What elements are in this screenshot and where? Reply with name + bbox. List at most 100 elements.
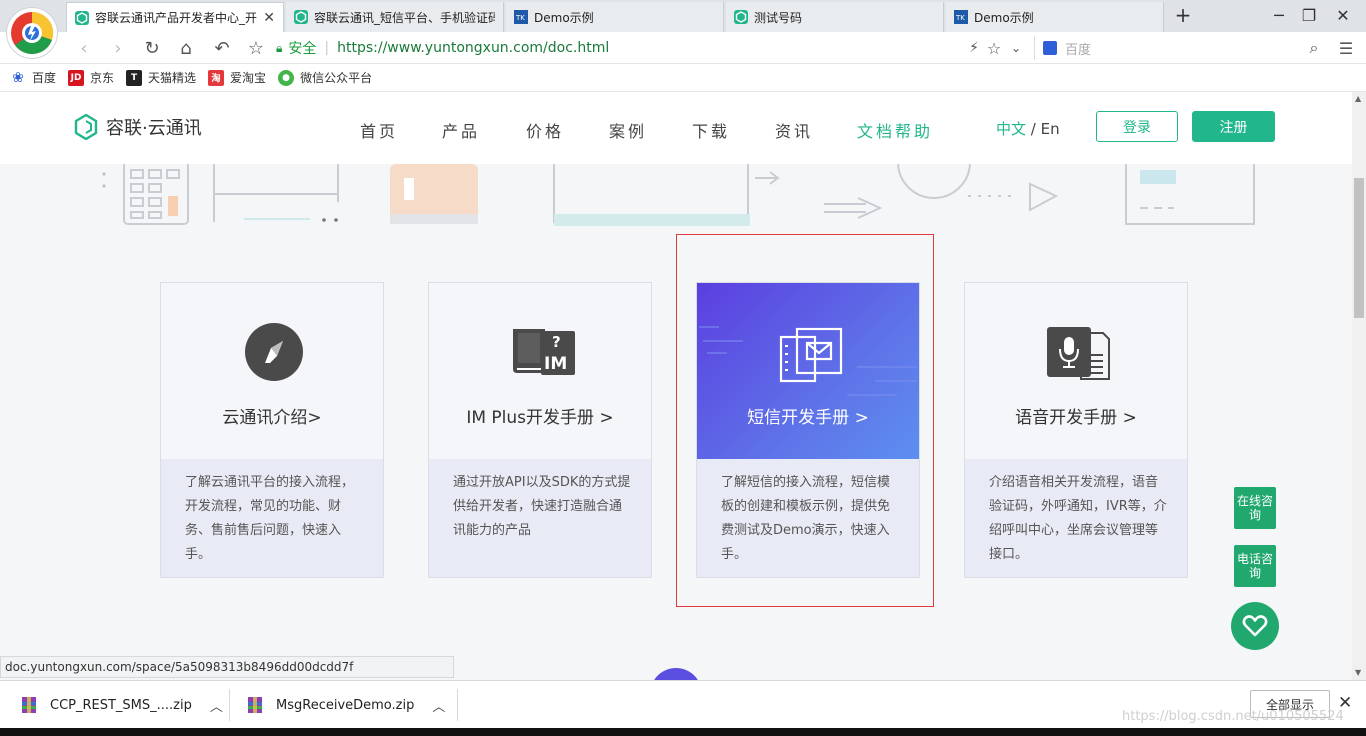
scroll-up-icon[interactable]: ▲ <box>1355 94 1361 103</box>
tab-5[interactable]: TK Demo示例 <box>946 2 1164 32</box>
menu-news[interactable]: 资讯 <box>775 118 813 142</box>
card-voice[interactable]: 语音开发手册 > 介绍语音相关开发流程，语音验证码，外呼通知，IVR等，介绍呼叫… <box>964 282 1188 578</box>
chevron-down-icon[interactable]: ⌄ <box>1004 36 1028 60</box>
wechat-icon: ● <box>278 69 295 86</box>
back-icon[interactable]: ‹ <box>72 36 96 60</box>
bookmark-label: 京东 <box>90 71 115 85</box>
tab-title: 容联云通讯产品开发者中心_开 <box>95 11 258 25</box>
brand-name: 容联·云通讯 <box>106 118 202 139</box>
phone-consult-button[interactable]: 电话咨询 <box>1234 545 1276 587</box>
address-divider: | <box>324 40 330 56</box>
lang-divider: / <box>1030 120 1036 138</box>
register-button[interactable]: 注册 <box>1192 111 1275 142</box>
status-bar-url: doc.yuntongxun.com/space/5a5098313b8496d… <box>0 656 454 678</box>
bookmark-tmall[interactable]: T 天猫精选 <box>126 69 196 86</box>
language-switch: 中文 / En <box>996 118 1060 139</box>
tab-3[interactable]: TK Demo示例 <box>506 2 724 32</box>
brand-logo[interactable]: 容联·云通讯 <box>74 114 202 140</box>
heart-icon <box>1242 615 1268 637</box>
reload-icon[interactable]: ↻ <box>140 36 164 60</box>
microphone-doc-icon <box>1047 327 1110 380</box>
bookmark-label: 天猫精选 <box>148 71 197 85</box>
online-consult-button[interactable]: 在线咨询 <box>1234 487 1276 529</box>
bookmark-wechat[interactable]: ● 微信公众平台 <box>278 69 372 86</box>
svg-text:TK: TK <box>955 14 965 22</box>
card-description: 了解云通讯平台的接入流程，开发流程，常见的功能、财务、售前售后问题，快速入手。 <box>161 459 383 577</box>
vertical-scrollbar[interactable]: ▲ ▼ <box>1352 92 1366 680</box>
download-item-1[interactable]: CCP_REST_SMS_....zip ︿ <box>0 689 230 721</box>
zip-archive-icon <box>248 697 262 713</box>
bookmark-taobao[interactable]: 淘 爱淘宝 <box>208 69 266 86</box>
download-filename: CCP_REST_SMS_....zip <box>50 697 192 713</box>
home-icon[interactable]: ⌂ <box>174 36 198 60</box>
tab-title: Demo示例 <box>974 10 1034 25</box>
download-item-2[interactable]: MsgReceiveDemo.zip ︿ <box>230 689 458 721</box>
browser-toolbar: ‹ › ↻ ⌂ ↶ ☆ 🔒︎ 安全 | https://www.yuntongx… <box>0 32 1366 64</box>
forward-icon[interactable]: › <box>106 36 130 60</box>
tab-title: 容联云通讯_短信平台、手机验证码 <box>314 10 495 25</box>
new-tab-button[interactable]: + <box>1166 0 1200 30</box>
tab-2[interactable]: 容联云通讯_短信平台、手机验证码 <box>286 2 504 32</box>
lock-icon: 🔒︎ <box>276 40 283 55</box>
svg-text:IM: IM <box>544 354 567 374</box>
svg-text:?: ? <box>552 333 561 351</box>
search-icon[interactable]: ⌕ <box>1302 36 1326 60</box>
tmall-icon: T <box>126 69 143 86</box>
scroll-down-icon[interactable]: ▼ <box>1355 668 1361 677</box>
bookmark-star-icon[interactable]: ☆ <box>244 36 268 60</box>
tab-4[interactable]: 测试号码 <box>726 2 944 32</box>
close-window-icon[interactable]: ✕ <box>1320 0 1366 30</box>
card-intro[interactable]: 云通讯介绍> 了解云通讯平台的接入流程，开发流程，常见的功能、财务、售前售后问题… <box>160 282 384 578</box>
card-title: IM Plus开发手册 > <box>466 408 614 428</box>
chevron-up-icon[interactable]: ︿ <box>210 696 223 715</box>
menu-download[interactable]: 下载 <box>692 118 730 142</box>
card-top: 云通讯介绍> <box>161 283 383 459</box>
search-input[interactable]: 百度 <box>1034 36 1328 60</box>
tab-1[interactable]: 容联云通讯产品开发者中心_开 ✕ <box>66 2 284 32</box>
close-tab-icon[interactable]: ✕ <box>263 10 275 26</box>
yuntongxun-favicon-icon <box>75 10 89 25</box>
url-text: https://www.yuntongxun.com/doc.html <box>337 40 610 56</box>
lang-en[interactable]: En <box>1041 120 1060 138</box>
downloads-bar: CCP_REST_SMS_....zip ︿ MsgReceiveDemo.zi… <box>0 680 1366 728</box>
menu-pricing[interactable]: 价格 <box>526 118 564 142</box>
browser-tab-bar: 容联云通讯产品开发者中心_开 ✕ 容联云通讯_短信平台、手机验证码 TK Dem… <box>0 0 1366 59</box>
tab-title: Demo示例 <box>534 10 594 25</box>
taobao-icon: 淘 <box>208 69 225 86</box>
menu-docs[interactable]: 文档帮助 <box>857 118 933 142</box>
baidu-paw-icon <box>1043 41 1057 55</box>
bookmark-jd[interactable]: JD 京东 <box>68 69 114 86</box>
bookmark-label: 百度 <box>32 71 57 85</box>
bookmark-label: 爱淘宝 <box>230 71 267 85</box>
yuntongxun-favicon-icon <box>294 10 308 24</box>
yuntongxun-logo-icon <box>74 114 98 140</box>
menu-home[interactable]: 首页 <box>360 118 398 142</box>
browser-logo-icon[interactable] <box>6 7 58 59</box>
menu-cases[interactable]: 案例 <box>609 118 647 142</box>
card-description: 通过开放API以及SDK的方式提供给开发者，快速打造融合通讯能力的产品 <box>429 459 651 577</box>
menu-products[interactable]: 产品 <box>442 118 480 142</box>
address-bar[interactable]: 🔒︎ 安全 | https://www.yuntongxun.com/doc.h… <box>276 36 1028 60</box>
tk-favicon-icon: TK <box>514 10 528 24</box>
lang-zh[interactable]: 中文 <box>996 120 1026 138</box>
undo-close-icon[interactable]: ↶ <box>210 36 234 60</box>
favorite-star-icon[interactable]: ☆ <box>982 36 1006 60</box>
chevron-up-icon[interactable]: ︿ <box>432 696 445 715</box>
zip-archive-icon <box>22 697 36 713</box>
partial-blue-circle <box>650 668 702 680</box>
os-taskbar <box>0 728 1366 736</box>
scrollbar-thumb[interactable] <box>1354 178 1364 318</box>
heart-button[interactable] <box>1231 602 1279 650</box>
yuntongxun-favicon-icon <box>734 10 748 24</box>
selection-highlight-box <box>676 234 934 607</box>
download-filename: MsgReceiveDemo.zip <box>276 697 415 713</box>
web-page: 容联·云通讯 首页 产品 价格 案例 下载 资讯 文档帮助 中文 / En 登录… <box>0 92 1352 680</box>
login-button[interactable]: 登录 <box>1096 111 1178 142</box>
menu-icon[interactable]: ☰ <box>1334 36 1358 60</box>
secure-label: 安全 <box>288 41 317 57</box>
card-title: 云通讯介绍> <box>222 408 322 428</box>
card-top: 语音开发手册 > <box>965 283 1187 459</box>
card-im-plus[interactable]: ? IM IM Plus开发手册 > 通过开放API以及SDK的方式提供给开发者… <box>428 282 652 578</box>
card-title: 语音开发手册 > <box>1015 408 1137 428</box>
bookmark-baidu[interactable]: ❀ 百度 <box>10 69 56 86</box>
